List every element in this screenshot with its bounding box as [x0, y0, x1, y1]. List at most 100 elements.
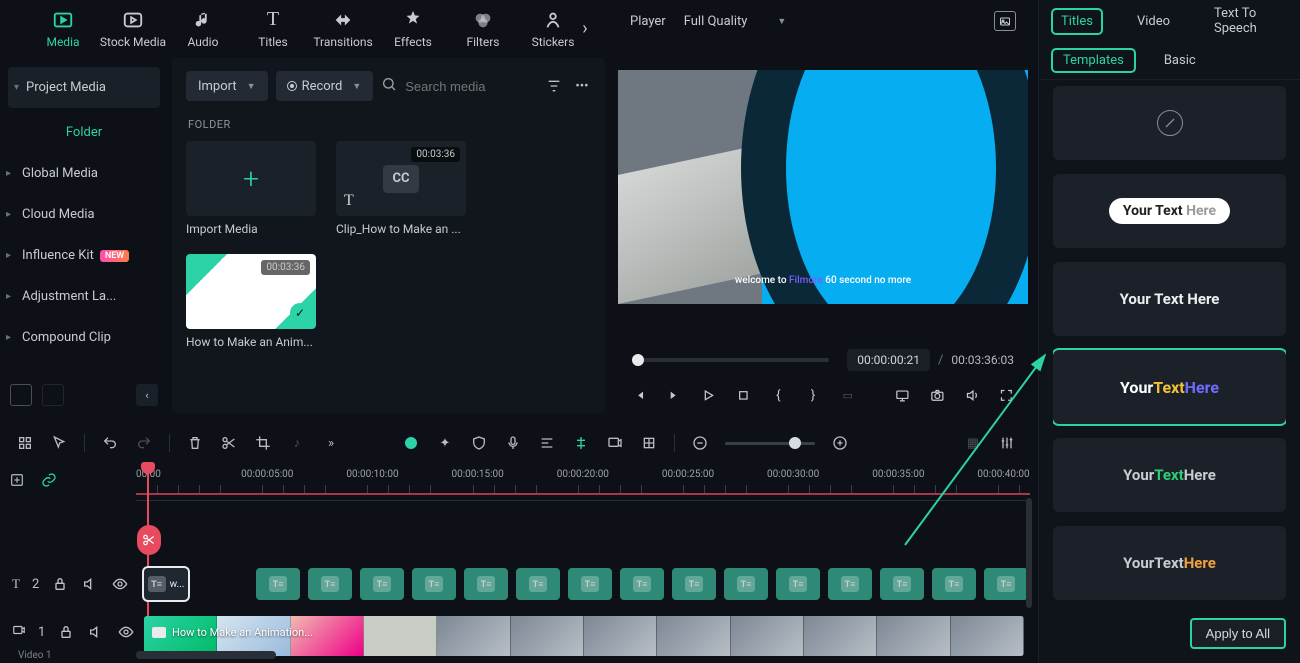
grid-view-icon[interactable]: ▦ — [964, 434, 982, 452]
more-tools-icon[interactable]: » — [322, 434, 340, 452]
apply-to-all-button[interactable]: Apply to All — [1190, 618, 1286, 649]
title-clip[interactable]: T≡ — [568, 568, 612, 600]
title-track-body[interactable]: T≡w...T≡T≡T≡T≡T≡T≡T≡T≡T≡T≡T≡T≡T≡T≡T≡ — [136, 566, 1024, 602]
split-icon[interactable] — [220, 434, 238, 452]
volume-icon[interactable] — [965, 386, 980, 404]
fullscreen-icon[interactable] — [999, 386, 1014, 404]
link-icon[interactable] — [40, 471, 58, 489]
template-green[interactable]: Your Text Here — [1053, 438, 1286, 512]
rtab-tts[interactable]: Text To Speech — [1206, 2, 1286, 40]
smart-cut-icon[interactable] — [572, 434, 590, 452]
new-folder-icon[interactable] — [10, 384, 32, 406]
rtab-titles[interactable]: Titles — [1053, 10, 1101, 33]
top-tab-effects[interactable]: Effects — [378, 0, 448, 57]
sidebar-item-adjustment-layer[interactable]: ▸ Adjustment La... — [0, 276, 168, 317]
title-clip[interactable]: T≡ — [360, 568, 404, 600]
rsub-templates[interactable]: Templates — [1053, 50, 1134, 71]
title-clip[interactable]: T≡ — [412, 568, 456, 600]
collapse-sidebar-icon[interactable]: ‹ — [136, 384, 158, 406]
title-clip[interactable]: T≡w... — [144, 568, 188, 600]
time-ruler[interactable]: 00:0000:00:05:0000:00:10:0000:00:15:0000… — [136, 463, 1030, 501]
top-tab-media[interactable]: Media — [28, 0, 98, 57]
title-clip[interactable]: T≡ — [308, 568, 352, 600]
quality-dropdown[interactable]: Full Quality▼ — [684, 14, 787, 29]
zoom-out-icon[interactable] — [691, 434, 709, 452]
import-dropdown[interactable]: Import▼ — [186, 71, 268, 101]
video-track-body[interactable]: How to Make an Animation... — [136, 614, 1024, 650]
sidebar-item-compound-clip[interactable]: ▸ Compound Clip — [0, 317, 168, 358]
title-clip[interactable]: T≡ — [776, 568, 820, 600]
rsub-basic[interactable]: Basic — [1154, 50, 1206, 71]
record-dropdown[interactable]: Record▼ — [276, 71, 374, 101]
snapshot-icon[interactable] — [994, 11, 1016, 31]
next-frame-icon[interactable] — [667, 386, 682, 404]
media-card-video[interactable]: 00:03:36 ✓ How to Make an Anim... — [186, 254, 316, 349]
top-tab-stock[interactable]: Stock Media — [98, 0, 168, 57]
track-lock-icon[interactable] — [51, 575, 69, 593]
title-clip[interactable]: T≡ — [256, 568, 300, 600]
ratio-icon[interactable]: ▭ — [840, 386, 855, 404]
play-icon[interactable] — [701, 386, 716, 404]
pointer-tool-icon[interactable] — [50, 434, 68, 452]
stop-icon[interactable] — [736, 386, 751, 404]
select-tool-icon[interactable] — [16, 434, 34, 452]
template-pill[interactable]: Your Text Here — [1053, 174, 1286, 248]
template-plain[interactable]: Your Text Here — [1053, 262, 1286, 336]
screen-rec-icon[interactable] — [606, 434, 624, 452]
redo-icon[interactable] — [135, 434, 153, 452]
title-clip[interactable]: T≡ — [932, 568, 976, 600]
title-clip[interactable]: T≡ — [880, 568, 924, 600]
timeline-scrollbar[interactable] — [136, 651, 1024, 659]
title-clip[interactable]: T≡ — [724, 568, 768, 600]
mixer-icon[interactable] — [998, 434, 1016, 452]
template-none[interactable] — [1053, 86, 1286, 160]
video-clip[interactable]: How to Make an Animation... — [144, 616, 1024, 656]
title-clip[interactable]: T≡ — [984, 568, 1028, 600]
zoom-slider[interactable] — [725, 442, 815, 445]
mic-icon[interactable] — [504, 434, 522, 452]
title-clip[interactable]: T≡ — [464, 568, 508, 600]
mark-out-icon[interactable]: } — [806, 386, 821, 404]
shield-icon[interactable] — [470, 434, 488, 452]
search-input[interactable] — [405, 79, 537, 94]
title-clip[interactable]: T≡ — [828, 568, 872, 600]
ai-icon[interactable] — [402, 434, 420, 452]
top-tab-titles[interactable]: T Titles — [238, 0, 308, 57]
filter-icon[interactable] — [545, 77, 563, 95]
sparkle-icon[interactable]: ✦ — [436, 434, 454, 452]
title-clip[interactable]: T≡ — [672, 568, 716, 600]
title-clip[interactable]: T≡ — [516, 568, 560, 600]
mark-in-icon[interactable]: { — [771, 386, 786, 404]
top-tab-filters[interactable]: Filters — [448, 0, 518, 57]
display-icon[interactable] — [895, 386, 910, 404]
new-bin-icon[interactable] — [42, 384, 64, 406]
sidebar-item-cloud-media[interactable]: ▸ Cloud Media — [0, 194, 168, 235]
marker-icon[interactable] — [640, 434, 658, 452]
title-clip[interactable]: T≡ — [620, 568, 664, 600]
track-visible-icon[interactable] — [111, 575, 129, 593]
undo-icon[interactable] — [101, 434, 119, 452]
sidebar-item-influence-kit[interactable]: ▸ Influence Kit NEW — [0, 235, 168, 276]
track-add-icon[interactable] — [8, 471, 26, 489]
media-card-clip[interactable]: 00:03:36 CC T Clip_How to Make an ... — [336, 141, 466, 236]
sidebar-item-folder[interactable]: Folder — [0, 112, 168, 153]
subtitle-icon[interactable] — [538, 434, 556, 452]
top-tab-audio[interactable]: Audio — [168, 0, 238, 57]
camera-icon[interactable] — [930, 386, 945, 404]
crop-icon[interactable] — [254, 434, 272, 452]
music-icon[interactable]: ♪ — [288, 434, 306, 452]
zoom-in-icon[interactable] — [831, 434, 849, 452]
top-tab-transitions[interactable]: Transitions — [308, 0, 378, 57]
vertical-scrollbar[interactable] — [1026, 498, 1032, 608]
template-rainbow[interactable]: Your Text Here — [1053, 350, 1286, 424]
track-visible-icon[interactable] — [117, 623, 135, 641]
track-mute-icon[interactable] — [87, 623, 105, 641]
delete-icon[interactable] — [186, 434, 204, 452]
track-lock-icon[interactable] — [57, 623, 75, 641]
preview-viewport[interactable]: welcome to Filmora 60 second no more — [618, 70, 1028, 304]
template-orange[interactable]: Your Text Here — [1053, 526, 1286, 600]
sidebar-item-global-media[interactable]: ▸ Global Media — [0, 153, 168, 194]
scrub-bar[interactable] — [632, 358, 829, 362]
top-more-chevron-icon[interactable]: › — [575, 0, 595, 57]
media-card-import[interactable]: + Import Media — [186, 141, 316, 236]
